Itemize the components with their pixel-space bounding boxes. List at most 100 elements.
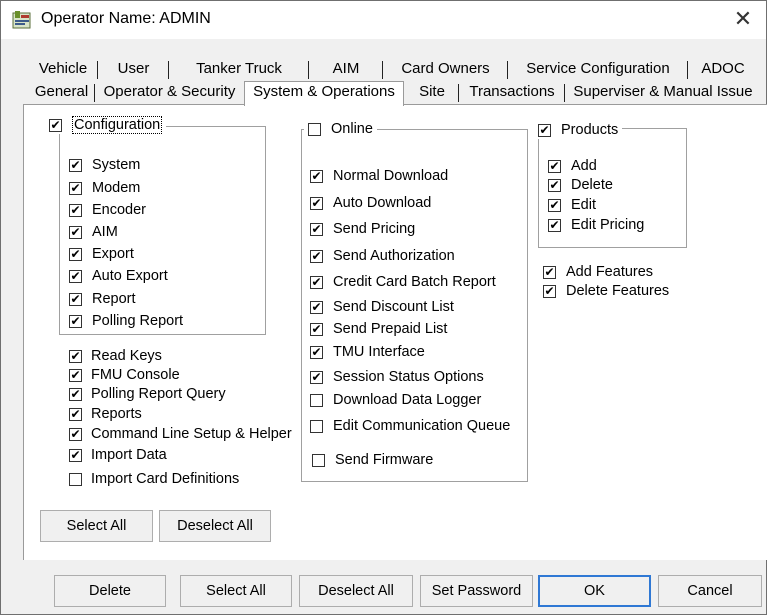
checkbox-box — [310, 419, 323, 433]
send-prepaid-list-checkbox[interactable]: ✔ Send Prepaid List — [310, 320, 447, 338]
add-features-checkbox[interactable]: ✔ Add Features — [543, 263, 653, 281]
tmu-interface-checkbox[interactable]: ✔ TMU Interface — [310, 343, 425, 361]
normal-download-checkbox[interactable]: ✔ Normal Download — [310, 167, 448, 185]
ok-button[interactable]: OK — [538, 575, 651, 607]
config-aim-checkbox[interactable]: ✔ AIM — [69, 223, 118, 241]
session-status-options-checkbox[interactable]: ✔ Session Status Options — [310, 368, 484, 386]
products-add-checkbox[interactable]: ✔ Add — [548, 157, 597, 175]
check-icon: ✔ — [69, 314, 82, 328]
cancel-button[interactable]: Cancel — [658, 575, 762, 607]
online-checkbox[interactable]: Online — [304, 120, 377, 138]
products-edit-pricing-checkbox[interactable]: ✔ Edit Pricing — [548, 216, 644, 234]
checkbox-label: Delete Features — [566, 283, 670, 299]
send-authorization-checkbox[interactable]: ✔ Send Authorization — [310, 247, 455, 265]
import-card-definitions-checkbox[interactable]: Import Card Definitions — [69, 470, 239, 488]
tab-user[interactable]: User — [98, 59, 169, 81]
window-title: Operator Name: ADMIN — [41, 10, 211, 27]
send-pricing-checkbox[interactable]: ✔ Send Pricing — [310, 220, 415, 238]
check-icon: ✔ — [548, 159, 561, 173]
panel-deselect-all-button[interactable]: Deselect All — [159, 510, 271, 542]
checkbox-label: Session Status Options — [333, 369, 484, 385]
send-discount-list-checkbox[interactable]: ✔ Send Discount List — [310, 298, 454, 316]
online-label: Online — [331, 121, 373, 137]
tab-superviser-manual-issue[interactable]: Superviser & Manual Issue — [565, 82, 761, 104]
configuration-checkbox[interactable]: ✔ Configuration — [45, 116, 167, 134]
check-icon: ✔ — [310, 370, 323, 384]
checkbox-label: Polling Report Query — [91, 386, 226, 402]
check-icon: ✔ — [310, 196, 323, 210]
checkbox-label: Read Keys — [91, 348, 162, 364]
select-all-button[interactable]: Select All — [180, 575, 292, 607]
check-icon: ✔ — [543, 284, 556, 298]
check-icon: ✔ — [310, 275, 323, 289]
checkbox-label: Reports — [91, 406, 142, 422]
set-password-button[interactable]: Set Password — [420, 575, 533, 607]
import-data-checkbox[interactable]: ✔ Import Data — [69, 446, 167, 464]
read-keys-checkbox[interactable]: ✔ Read Keys — [69, 347, 162, 365]
credit-card-batch-report-checkbox[interactable]: ✔ Credit Card Batch Report — [310, 273, 496, 291]
tab-operator-security[interactable]: Operator & Security — [95, 82, 244, 104]
edit-communication-queue-checkbox[interactable]: Edit Communication Queue — [310, 417, 510, 435]
tab-transactions[interactable]: Transactions — [459, 82, 565, 104]
check-icon: ✔ — [69, 203, 82, 217]
config-modem-checkbox[interactable]: ✔ Modem — [69, 179, 140, 197]
checkbox-label: Edit Communication Queue — [333, 418, 511, 434]
checkbox-label: Download Data Logger — [333, 392, 482, 408]
checkbox-label: Add Features — [566, 264, 654, 280]
checkbox-label: Auto Download — [333, 195, 432, 211]
products-edit-checkbox[interactable]: ✔ Edit — [548, 196, 596, 214]
check-icon: ✔ — [548, 198, 561, 212]
check-icon: ✔ — [548, 178, 561, 192]
check-icon: ✔ — [310, 249, 323, 263]
checkbox-label: Import Card Definitions — [91, 471, 240, 487]
config-encoder-checkbox[interactable]: ✔ Encoder — [69, 201, 146, 219]
fmu-console-checkbox[interactable]: ✔ FMU Console — [69, 366, 180, 384]
check-icon: ✔ — [69, 387, 82, 401]
command-line-setup-checkbox[interactable]: ✔ Command Line Setup & Helper — [69, 425, 292, 443]
config-system-checkbox[interactable]: ✔ System — [69, 156, 140, 174]
tab-aim[interactable]: AIM — [309, 59, 383, 81]
tab-service-configuration[interactable]: Service Configuration — [508, 59, 688, 81]
check-icon: ✔ — [69, 269, 82, 283]
tab-site[interactable]: Site — [405, 82, 459, 104]
checkbox-label: Credit Card Batch Report — [333, 274, 496, 290]
tab-system-operations[interactable]: System & Operations — [244, 81, 404, 106]
auto-download-checkbox[interactable]: ✔ Auto Download — [310, 194, 431, 212]
checkbox-label: Add — [571, 158, 597, 174]
delete-features-checkbox[interactable]: ✔ Delete Features — [543, 282, 669, 300]
config-report-checkbox[interactable]: ✔ Report — [69, 290, 136, 308]
checkbox-box — [312, 453, 325, 467]
polling-report-query-checkbox[interactable]: ✔ Polling Report Query — [69, 385, 226, 403]
products-delete-checkbox[interactable]: ✔ Delete — [548, 176, 613, 194]
tab-vehicle[interactable]: Vehicle — [28, 59, 98, 81]
tab-tanker-truck[interactable]: Tanker Truck — [169, 59, 309, 81]
check-icon: ✔ — [310, 345, 323, 359]
tab-adoc[interactable]: ADOC — [688, 59, 758, 81]
config-polling-report-checkbox[interactable]: ✔ Polling Report — [69, 312, 183, 330]
checkbox-box — [310, 393, 323, 407]
check-icon: ✔ — [69, 448, 82, 462]
check-icon: ✔ — [69, 368, 82, 382]
config-auto-export-checkbox[interactable]: ✔ Auto Export — [69, 267, 168, 285]
config-export-checkbox[interactable]: ✔ Export — [69, 245, 134, 263]
checkbox-label: Normal Download — [333, 168, 449, 184]
dialog-window: Operator Name: ADMIN ✕ Vehicle User Tank… — [0, 0, 767, 615]
checkbox-label: Send Pricing — [333, 221, 416, 237]
products-checkbox[interactable]: ✔ Products — [534, 121, 623, 139]
reports-checkbox[interactable]: ✔ Reports — [69, 405, 142, 423]
close-icon[interactable]: ✕ — [728, 5, 758, 35]
checkbox-label: Edit Pricing — [571, 217, 645, 233]
download-data-logger-checkbox[interactable]: Download Data Logger — [310, 391, 481, 409]
delete-button[interactable]: Delete — [54, 575, 166, 607]
deselect-all-button[interactable]: Deselect All — [299, 575, 413, 607]
checkbox-label: Send Authorization — [333, 248, 455, 264]
tab-general[interactable]: General — [28, 82, 95, 104]
panel-select-all-button[interactable]: Select All — [40, 510, 153, 542]
checkbox-label: Send Firmware — [335, 452, 434, 468]
check-icon: ✔ — [69, 225, 82, 239]
checkbox-label: Encoder — [92, 202, 147, 218]
send-firmware-checkbox[interactable]: Send Firmware — [312, 451, 433, 469]
checkbox-label: Command Line Setup & Helper — [91, 426, 292, 442]
check-icon: ✔ — [69, 292, 82, 306]
tab-card-owners[interactable]: Card Owners — [383, 59, 508, 81]
